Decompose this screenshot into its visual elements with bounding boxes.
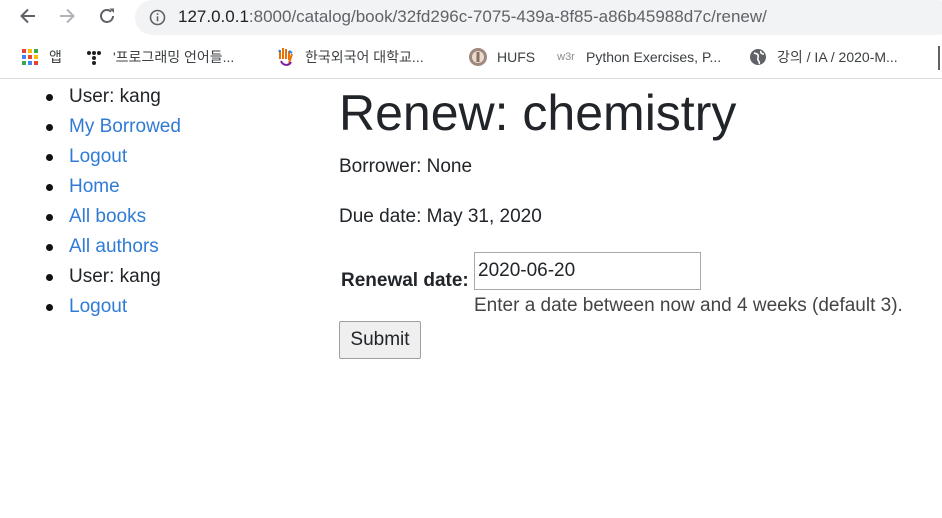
submit-button[interactable]: Submit — [339, 321, 421, 359]
bookmark-apps[interactable]: 앱 — [20, 46, 62, 68]
info-icon[interactable] — [149, 9, 166, 26]
arrow-right-icon — [57, 6, 77, 31]
bookmark-hufs[interactable]: HUFS — [468, 46, 535, 68]
logout-link[interactable]: Logout — [69, 146, 127, 167]
bookmark-label: 강의 / IA / 2020-M... — [777, 49, 898, 65]
sidebar-item-logout[interactable]: Logout — [0, 292, 320, 322]
sidebar-item-label: User: kang — [69, 266, 161, 287]
sidebar-item-home[interactable]: Home — [0, 172, 320, 202]
help-text: Enter a date between now and 4 weeks (de… — [474, 295, 903, 316]
sidebar-item-label: User: kang — [69, 86, 161, 107]
sidebar-nav: User: kang My Borrowed Logout Home All b… — [0, 82, 320, 322]
my-borrowed-link[interactable]: My Borrowed — [69, 116, 181, 137]
back-button[interactable] — [14, 4, 42, 32]
sidebar-item-logout[interactable]: Logout — [0, 142, 320, 172]
bookmark-label: 한국외국어 대학교... — [305, 49, 424, 65]
page-title: Renew: chemistry — [339, 85, 737, 141]
bookmark-programming-languages[interactable]: '프로그래밍 언어들... — [84, 46, 234, 68]
browser-toolbar: 127.0.0.1:8000/catalog/book/32fd296c-707… — [0, 0, 942, 36]
all-books-link[interactable]: All books — [69, 206, 146, 227]
borrower-text: Borrower: None — [339, 156, 473, 177]
reload-icon — [97, 6, 117, 31]
logout-link[interactable]: Logout — [69, 296, 127, 317]
sidebar-item-my-borrowed[interactable]: My Borrowed — [0, 112, 320, 142]
bookmark-lecture-ia[interactable]: 강의 / IA / 2020-M... — [748, 46, 898, 68]
address-bar[interactable]: 127.0.0.1:8000/catalog/book/32fd296c-707… — [135, 0, 942, 35]
hand-logo-icon — [276, 47, 296, 67]
all-authors-link[interactable]: All authors — [69, 236, 159, 257]
arrow-left-icon — [18, 6, 38, 31]
bookmark-python-exercises[interactable]: w3r Python Exercises, P... — [555, 46, 721, 68]
bookmark-hufs-korean[interactable]: 한국외국어 대학교... — [276, 46, 424, 68]
sidebar-item-user: User: kang — [0, 82, 320, 112]
url-host: 127.0.0.1 — [178, 7, 249, 26]
url-text[interactable]: 127.0.0.1:8000/catalog/book/32fd296c-707… — [178, 7, 767, 27]
renewal-date-input[interactable] — [474, 252, 701, 290]
bookmark-label: HUFS — [497, 49, 536, 65]
sidebar-item-user: User: kang — [0, 262, 320, 292]
bookmarks-bar: 앱 '프로그래밍 언어들... 한국외국어 대학교... HUFS w3r Py… — [0, 36, 942, 79]
home-link[interactable]: Home — [69, 176, 120, 197]
reload-button[interactable] — [93, 4, 121, 32]
globe-icon — [748, 47, 768, 67]
due-date-text: Due date: May 31, 2020 — [339, 206, 542, 227]
bookmark-label: '프로그래밍 언어들... — [113, 49, 235, 65]
sidebar-item-all-authors[interactable]: All authors — [0, 232, 320, 262]
bookmarks-divider — [938, 46, 940, 70]
w3r-logo-icon: w3r — [557, 51, 575, 63]
bookmark-label: Python Exercises, P... — [586, 49, 722, 65]
bookmark-label: 앱 — [49, 49, 62, 65]
renewal-date-label: Renewal date: — [341, 270, 469, 291]
sidebar-list: User: kang My Borrowed Logout Home All b… — [0, 82, 320, 322]
url-path: :8000/catalog/book/32fd296c-7075-439a-8f… — [248, 7, 767, 26]
bookmark-dots-icon — [84, 47, 104, 67]
sidebar-item-all-books[interactable]: All books — [0, 202, 320, 232]
apps-grid-icon — [20, 47, 40, 67]
hufs-logo-icon — [468, 47, 488, 67]
forward-button[interactable] — [53, 4, 81, 32]
